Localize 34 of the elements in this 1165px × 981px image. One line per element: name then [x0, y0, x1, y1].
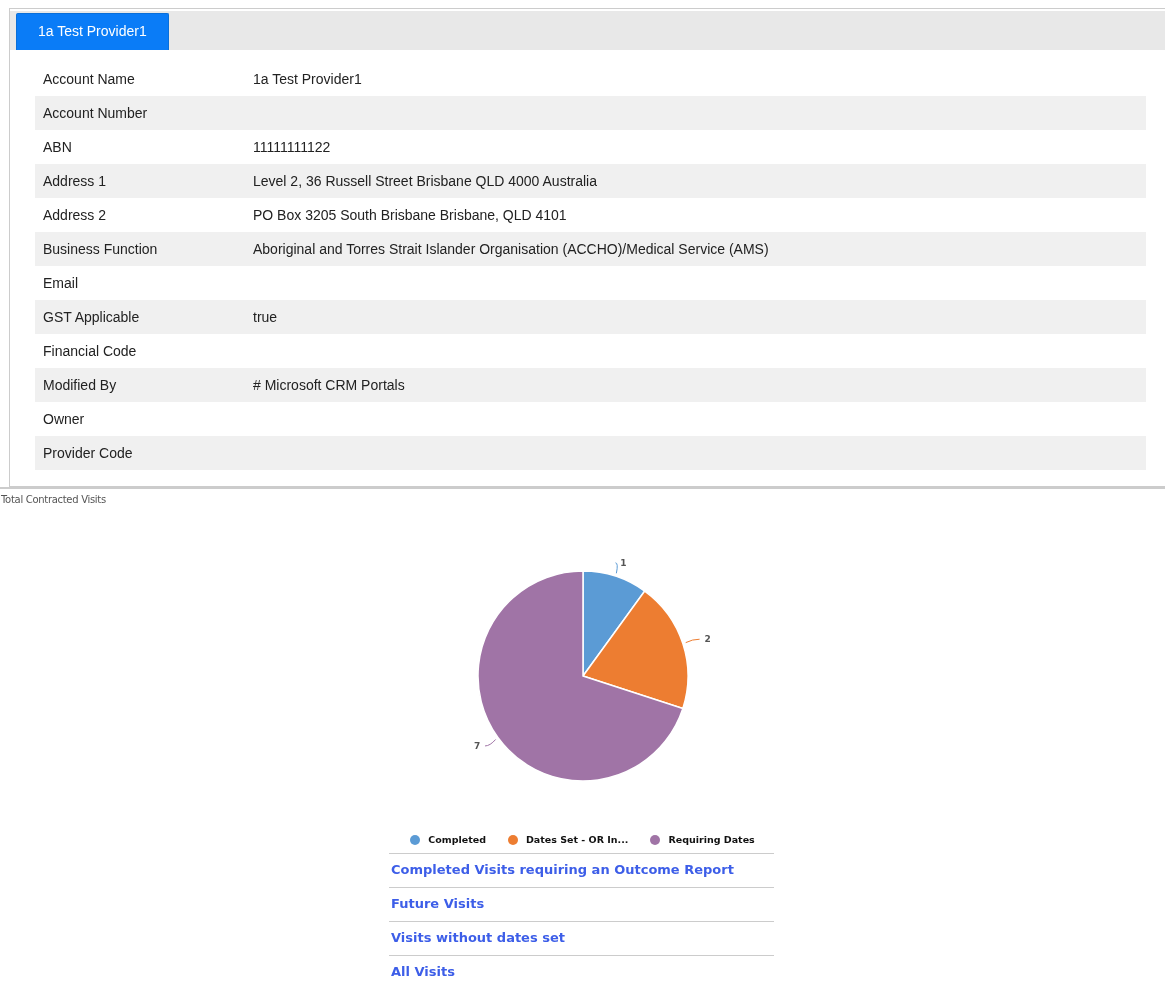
field-value: 1a Test Provider1 [253, 69, 362, 89]
tab[interactable]: 1a Test Provider1 [16, 13, 169, 50]
link[interactable]: Completed Visits requiring an Outcome Report [389, 853, 774, 888]
field-label: Account Name [43, 70, 135, 87]
chart-title: Total Contracted Visits [1, 493, 107, 507]
legend-label: Completed [428, 833, 486, 847]
field-value: PO Box 3205 South Brisbane Brisbane, QLD 4101 [253, 205, 567, 225]
field-label: Financial Code [43, 342, 137, 359]
link[interactable]: Future Visits [389, 887, 774, 922]
data-label: 7 [473, 740, 480, 751]
field-value: Aboriginal and Torres Strait Islander Organisation (ACCHO)/Medical Service (AMS) [253, 239, 769, 259]
field-label: Address 2 [43, 206, 107, 223]
field-label: ABN [43, 138, 72, 155]
field-label: Owner [43, 410, 85, 427]
field-label: Business Function [43, 240, 158, 257]
data-label: 1 [619, 557, 627, 568]
field-label: GST Applicable [43, 308, 140, 325]
field-value: # Microsoft CRM Portals [253, 375, 405, 395]
field-value: Level 2, 36 Russell Street Brisbane QLD 4000 Australia [253, 171, 597, 191]
field-value: true [253, 307, 278, 327]
data-label: 2 [703, 634, 711, 645]
field-label: Email [43, 274, 78, 291]
field-label: Provider Code [43, 444, 133, 461]
leader-line [684, 638, 700, 644]
legend-label: Dates Set - OR In... [525, 833, 629, 847]
leader-line [614, 562, 618, 574]
field-label: Account Number [43, 104, 148, 121]
field-label: Address 1 [43, 172, 107, 189]
link[interactable]: Visits without dates set [389, 921, 774, 956]
leader-line [484, 739, 496, 747]
field-value: 11111111122 [253, 137, 331, 157]
field-label: Modified By [43, 376, 117, 393]
legend-label: Requiring Dates [668, 833, 755, 847]
link[interactable]: All Visits [389, 955, 774, 981]
